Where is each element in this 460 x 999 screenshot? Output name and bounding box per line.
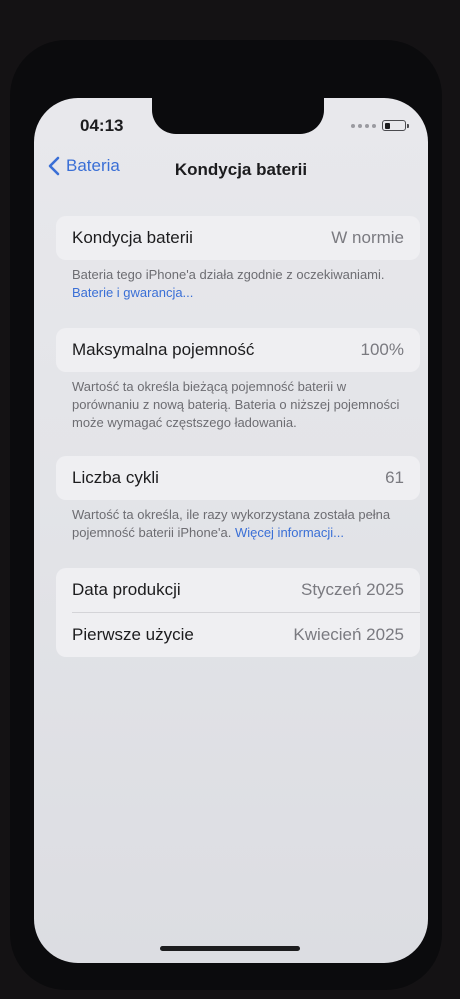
cycle-count-note: Wartość ta określa, ile razy wykorzystan… <box>72 506 408 542</box>
battery-warranty-link[interactable]: Baterie i gwarancja... <box>72 285 193 300</box>
cycle-count-value: 61 <box>385 468 404 487</box>
cycle-count-row: Liczba cykli 61 <box>56 456 420 500</box>
max-capacity-value: 100% <box>360 340 404 359</box>
home-indicator[interactable] <box>160 946 300 951</box>
page-title: Kondycja baterii <box>174 160 308 179</box>
battery-icon <box>382 120 409 131</box>
battery-health-group: Kondycja baterii W normie <box>56 216 420 260</box>
first-use-label: Pierwsze użycie <box>72 625 194 644</box>
more-info-link[interactable]: Więcej informacji... <box>235 525 344 540</box>
status-icons <box>351 120 409 131</box>
signal-icon <box>351 123 376 128</box>
screen: 04:13 Bateria Kondycja baterii Kondycja … <box>34 98 428 963</box>
dates-group: Data produkcji Styczeń 2025 Pierwsze uży… <box>56 568 420 657</box>
battery-health-row[interactable]: Kondycja baterii W normie <box>56 216 420 260</box>
phone-frame: 04:13 Bateria Kondycja baterii Kondycja … <box>10 40 442 990</box>
camera-notch <box>152 98 324 134</box>
manufacture-date-value: Styczeń 2025 <box>300 580 404 599</box>
battery-health-label: Kondycja baterii <box>72 228 193 247</box>
cycle-count-label: Liczba cykli <box>72 468 159 487</box>
battery-health-note: Bateria tego iPhone'a działa zgodnie z o… <box>72 266 408 302</box>
max-capacity-label: Maksymalna pojemność <box>72 340 255 359</box>
first-use-row: Pierwsze użycie Kwiecień 2025 <box>56 613 420 657</box>
cycle-count-group: Liczba cykli 61 <box>56 456 420 500</box>
max-capacity-note: Wartość ta określa bieżącą pojemność bat… <box>72 379 400 430</box>
max-capacity-group: Maksymalna pojemność 100% <box>56 328 420 372</box>
manufacture-date-row: Data produkcji Styczeń 2025 <box>56 568 420 612</box>
first-use-value: Kwiecień 2025 <box>293 625 404 644</box>
status-time: 04:13 <box>80 116 124 135</box>
battery-health-value: W normie <box>331 228 404 247</box>
battery-health-note-text: Bateria tego iPhone'a działa zgodnie z o… <box>72 267 385 282</box>
max-capacity-row: Maksymalna pojemność 100% <box>56 328 420 372</box>
manufacture-date-label: Data produkcji <box>72 580 181 599</box>
